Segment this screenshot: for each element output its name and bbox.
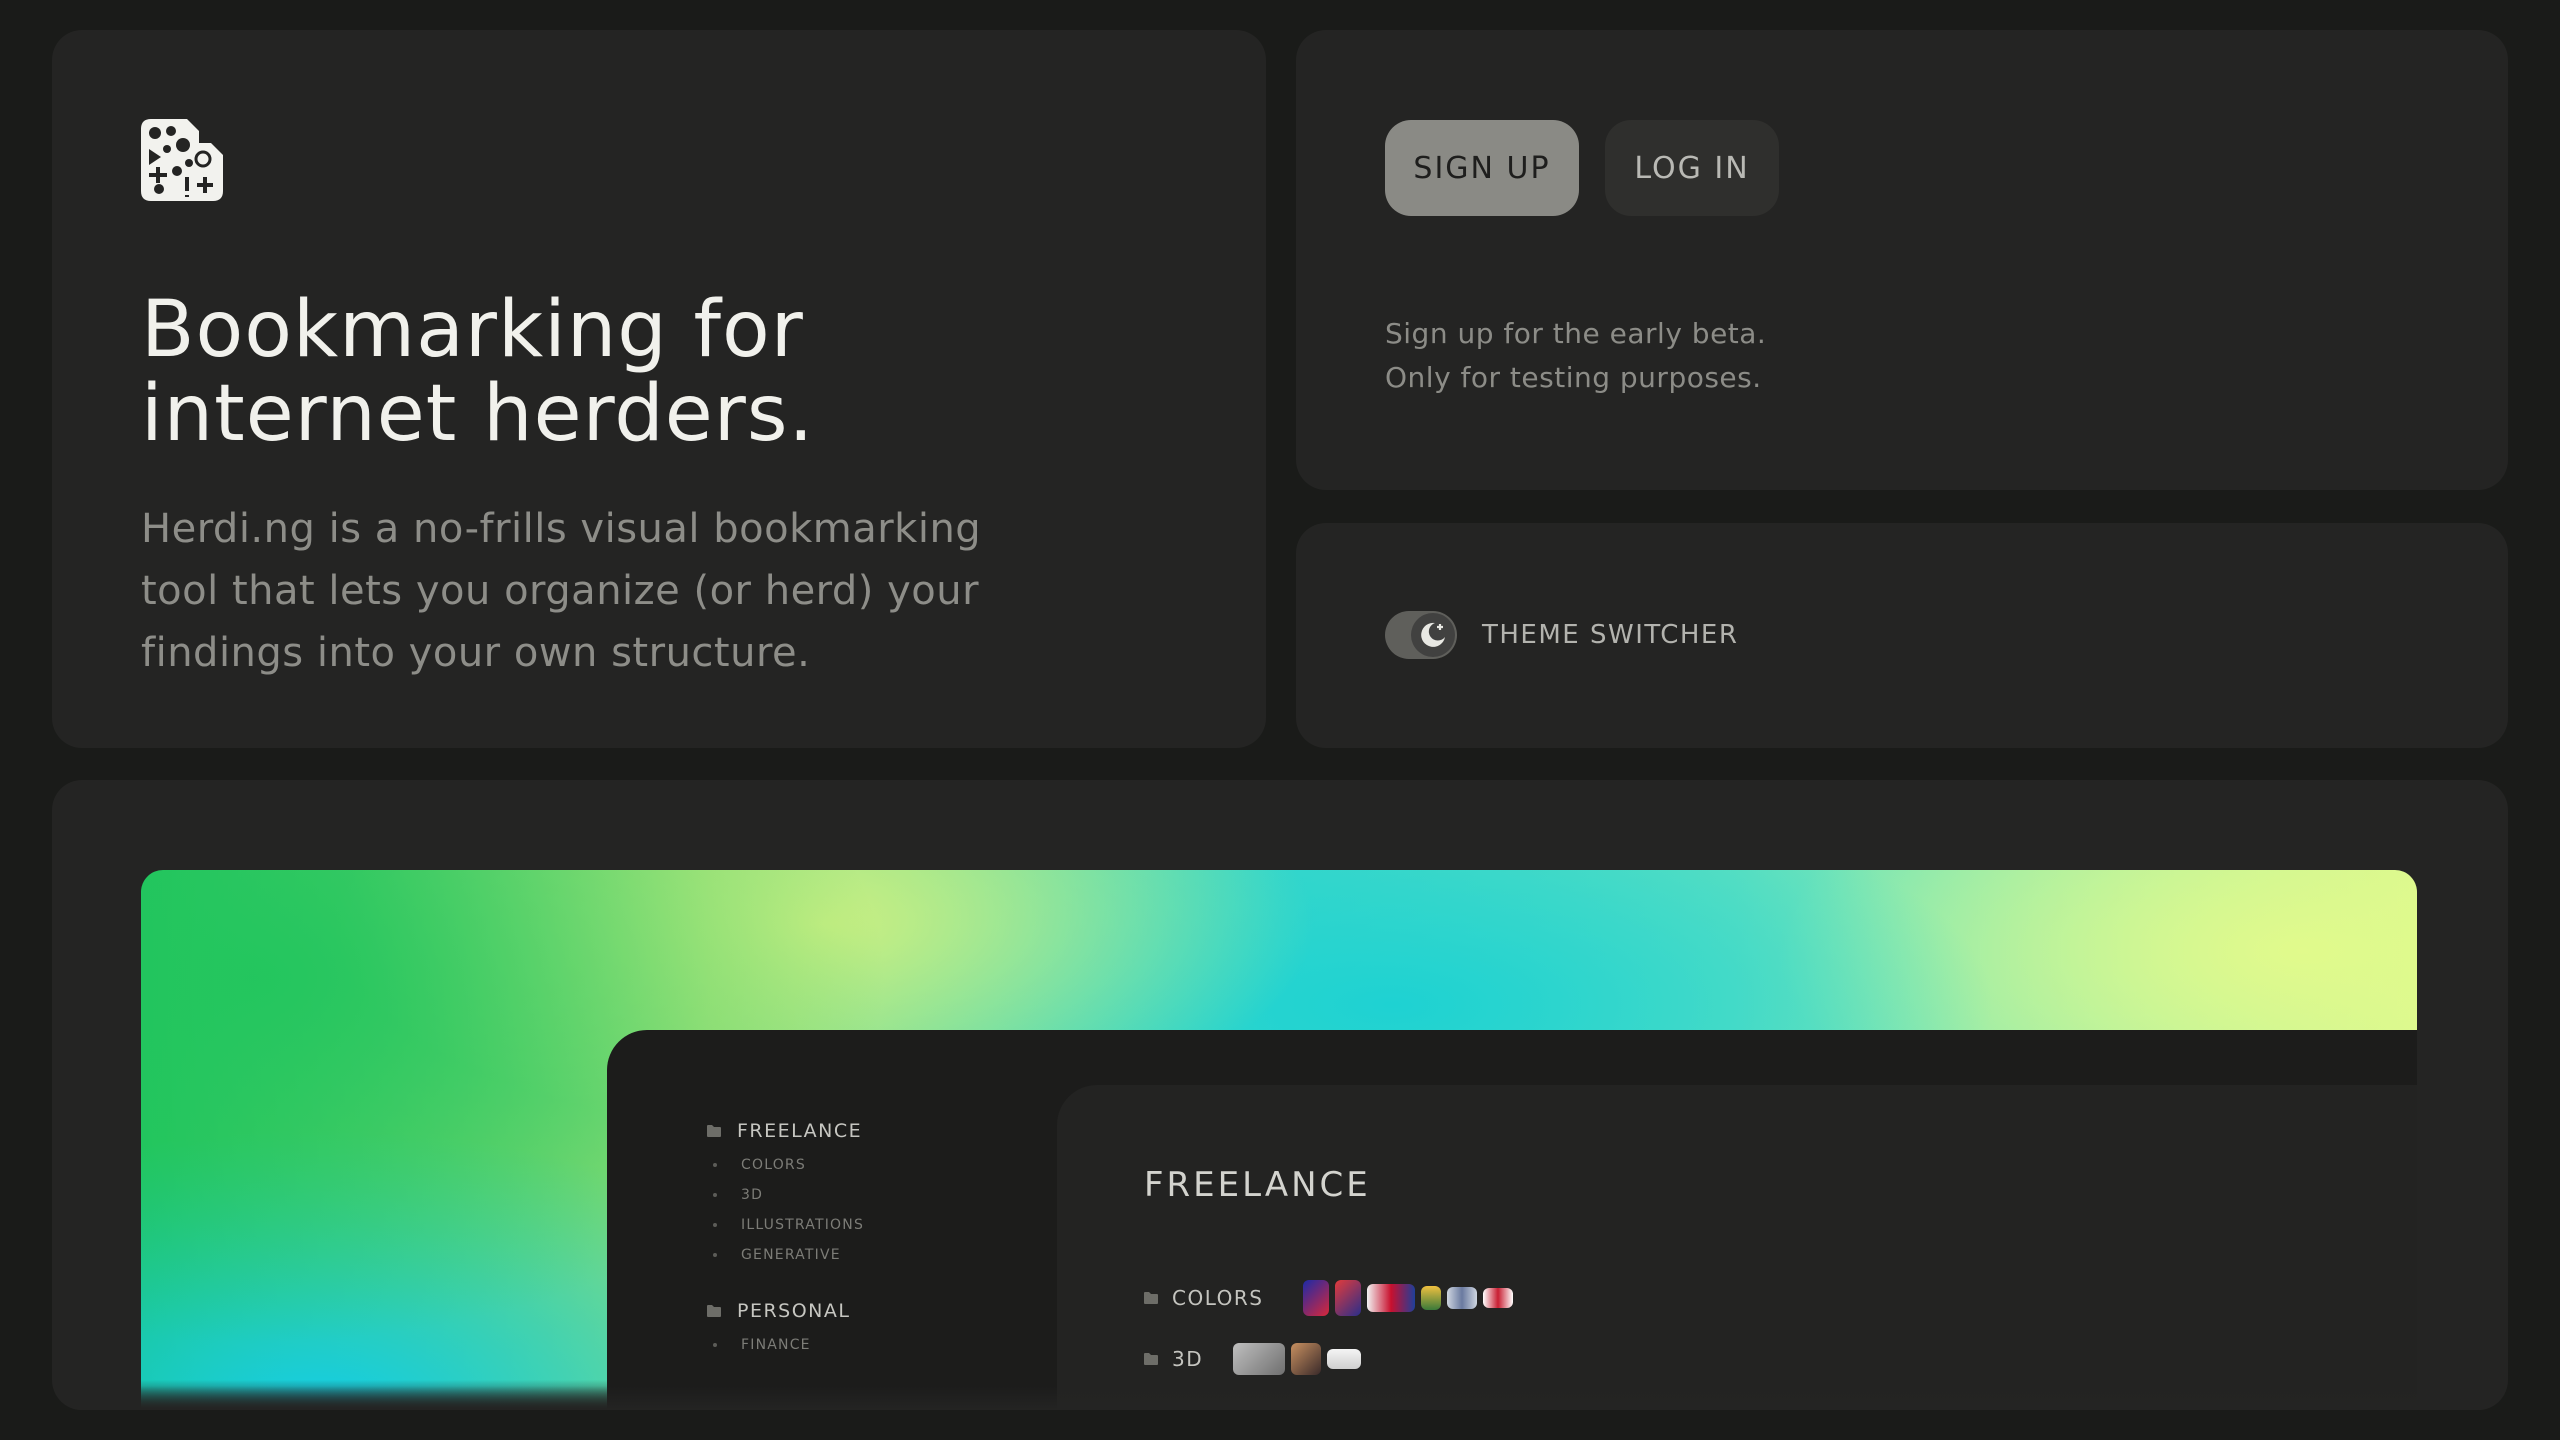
theme-switcher-label: THEME SWITCHER xyxy=(1482,620,1739,650)
hero-card: Bookmarking for internet herders. Herdi.… xyxy=(52,30,1266,748)
beta-line-1: Sign up for the early beta. xyxy=(1385,317,1767,350)
bullet-icon xyxy=(713,1343,717,1347)
herding-logo-icon xyxy=(141,119,223,201)
bookmark-thumbnail[interactable] xyxy=(1367,1284,1416,1312)
content-row-3d[interactable]: 3D xyxy=(1144,1343,1367,1375)
sign-up-button[interactable]: SIGN UP xyxy=(1385,120,1579,216)
bullet-icon xyxy=(713,1163,717,1167)
bullet-icon xyxy=(713,1193,717,1197)
bookmark-thumbnail[interactable] xyxy=(1303,1280,1330,1316)
folder-icon xyxy=(707,1125,721,1137)
app-preview-window: FREELANCE COLORS 3D ILLUSTRATIONS GENERA… xyxy=(607,1030,2417,1410)
sidebar-item-finance[interactable]: FINANCE xyxy=(707,1330,1027,1360)
auth-card: SIGN UP LOG IN Sign up for the early bet… xyxy=(1296,30,2508,490)
bookmark-thumbnail[interactable] xyxy=(1421,1286,1442,1310)
bullet-icon xyxy=(713,1223,717,1227)
folder-icon xyxy=(707,1305,721,1317)
row-label: 3D xyxy=(1172,1347,1204,1371)
theme-card: THEME SWITCHER xyxy=(1296,523,2508,748)
app-preview-card: FREELANCE COLORS 3D ILLUSTRATIONS GENERA… xyxy=(52,780,2508,1410)
row-label: COLORS xyxy=(1172,1286,1264,1310)
sidebar-group-freelance[interactable]: FREELANCE xyxy=(707,1116,1027,1146)
beta-note: Sign up for the early beta. Only for tes… xyxy=(1385,312,1766,400)
bookmark-thumbnail[interactable] xyxy=(1447,1287,1478,1309)
content-row-colors[interactable]: COLORS xyxy=(1144,1280,1519,1316)
sidebar-item-label: FINANCE xyxy=(741,1337,811,1353)
folder-icon xyxy=(1144,1292,1158,1304)
sidebar-item-3d[interactable]: 3D xyxy=(707,1180,1027,1210)
moon-icon xyxy=(1421,622,1445,647)
preview-sidebar: FREELANCE COLORS 3D ILLUSTRATIONS GENERA… xyxy=(707,1116,1027,1360)
sidebar-group-personal[interactable]: PERSONAL xyxy=(707,1296,1027,1326)
bookmark-thumbnail[interactable] xyxy=(1335,1280,1362,1316)
folder-icon xyxy=(1144,1353,1158,1365)
bookmark-thumbnail[interactable] xyxy=(1483,1288,1514,1308)
sidebar-item-label: 3D xyxy=(741,1187,764,1203)
bullet-icon xyxy=(713,1253,717,1257)
bookmark-thumbnail[interactable] xyxy=(1327,1349,1362,1369)
theme-toggle-knob[interactable] xyxy=(1411,613,1455,657)
sidebar-item-generative[interactable]: GENERATIVE xyxy=(707,1240,1027,1270)
sidebar-item-label: COLORS xyxy=(741,1157,806,1173)
content-title: FREELANCE xyxy=(1144,1165,1371,1205)
hero-description: Herdi.ng is a no-frills visual bookmarki… xyxy=(141,506,982,676)
hero-title: Bookmarking for internet herders. xyxy=(141,285,815,459)
preview-content-panel: FREELANCE COLORS 3D xyxy=(1057,1085,2417,1410)
log-in-button[interactable]: LOG IN xyxy=(1605,120,1779,216)
theme-toggle[interactable] xyxy=(1385,611,1457,659)
bookmark-thumbnail[interactable] xyxy=(1291,1343,1322,1375)
sidebar-group-label: FREELANCE xyxy=(737,1120,863,1142)
bookmark-thumbnail[interactable] xyxy=(1233,1343,1286,1375)
sidebar-item-colors[interactable]: COLORS xyxy=(707,1150,1027,1180)
sidebar-item-illustrations[interactable]: ILLUSTRATIONS xyxy=(707,1210,1027,1240)
sidebar-item-label: GENERATIVE xyxy=(741,1247,841,1263)
sidebar-item-label: ILLUSTRATIONS xyxy=(741,1217,865,1233)
sidebar-group-label: PERSONAL xyxy=(737,1300,851,1322)
preview-bottom-fade xyxy=(52,1386,2508,1410)
beta-line-2: Only for testing purposes. xyxy=(1385,361,1762,394)
